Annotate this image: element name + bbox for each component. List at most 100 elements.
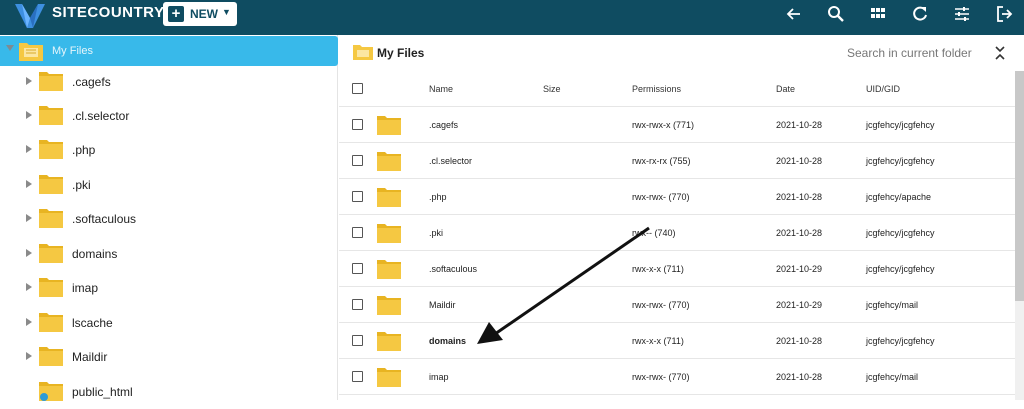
tree-item-label: lscache xyxy=(72,316,113,330)
cell-uid: jcgfehcy/jcgfehcy xyxy=(866,336,935,346)
table-row[interactable]: domains rwx-x-x (711) 2021-10-28 jcgfehc… xyxy=(339,323,1015,359)
grid-view-icon[interactable] xyxy=(868,4,888,24)
tree-item-imap[interactable]: imap xyxy=(0,271,338,305)
cell-date: 2021-10-28 xyxy=(776,336,823,346)
folder-icon xyxy=(38,138,64,165)
tree-item-softaculous[interactable]: .softaculous xyxy=(0,202,338,236)
cell-name[interactable]: .cl.selector xyxy=(429,156,472,166)
tree-item-label: public_html xyxy=(72,385,133,399)
tree-item-domains[interactable]: domains xyxy=(0,237,338,271)
cell-date: 2021-10-29 xyxy=(776,300,823,310)
file-list-pane: My Files Name Size Permissions Date UID/… xyxy=(339,35,1024,400)
folder-icon xyxy=(376,258,402,285)
settings-sliders-icon[interactable] xyxy=(952,4,972,24)
tree-item-php[interactable]: .php xyxy=(0,133,338,167)
folder-tree: My Files .cagefs .cl.selector .php .pki … xyxy=(0,35,338,401)
column-header-permissions[interactable]: Permissions xyxy=(632,84,681,94)
cell-permissions: rwx-rx-rx (755) xyxy=(632,156,691,166)
cell-name[interactable]: imap xyxy=(429,372,449,382)
column-header-uid[interactable]: UID/GID xyxy=(866,84,900,94)
scrollbar[interactable] xyxy=(1015,71,1024,400)
search-input[interactable] xyxy=(847,43,977,63)
tree-item-label: Maildir xyxy=(72,350,108,364)
expand-arrow-icon[interactable] xyxy=(6,45,14,51)
cell-uid: jcgfehcy/apache xyxy=(866,192,932,202)
folder-icon xyxy=(38,242,64,269)
row-checkbox[interactable] xyxy=(352,119,363,130)
row-checkbox[interactable] xyxy=(352,155,363,166)
folder-icon xyxy=(376,330,402,357)
back-arrow-icon[interactable] xyxy=(784,4,804,24)
table-row[interactable]: .cl.selector rwx-rx-rx (755) 2021-10-28 … xyxy=(339,143,1015,179)
tree-item-label: .cl.selector xyxy=(72,109,130,123)
collapse-icon[interactable] xyxy=(994,45,1006,61)
table-header-row: Name Size Permissions Date UID/GID xyxy=(339,71,1015,107)
cell-date: 2021-10-28 xyxy=(776,156,823,166)
tree-item-cagefs[interactable]: .cagefs xyxy=(0,65,338,99)
logo-icon xyxy=(12,2,48,30)
table-row[interactable]: .softaculous rwx-x-x (711) 2021-10-29 jc… xyxy=(339,251,1015,287)
folder-icon xyxy=(38,276,64,303)
cell-name[interactable]: .php xyxy=(429,192,447,202)
tree-item-public-html[interactable]: public_html xyxy=(0,375,338,409)
column-header-date[interactable]: Date xyxy=(776,84,795,94)
folder-icon xyxy=(376,222,402,249)
cell-permissions: rwx-rwx-x (771) xyxy=(632,120,694,130)
table-row[interactable]: .cagefs rwx-rwx-x (771) 2021-10-28 jcgfe… xyxy=(339,107,1015,143)
column-header-name[interactable]: Name xyxy=(429,84,453,94)
expand-arrow-icon[interactable] xyxy=(26,180,32,188)
tree-item-label: imap xyxy=(72,281,99,295)
expand-arrow-icon[interactable] xyxy=(26,214,32,222)
cell-uid: jcgfehcy/mail xyxy=(866,300,919,310)
folder-icon xyxy=(376,150,402,177)
column-header-size[interactable]: Size xyxy=(543,84,561,94)
tree-item-label: domains xyxy=(72,247,118,261)
cell-name[interactable]: .cagefs xyxy=(429,120,458,130)
tree-root-label: My Files xyxy=(52,45,93,57)
tree-root-my-files[interactable]: My Files xyxy=(0,36,338,66)
row-checkbox[interactable] xyxy=(352,335,363,346)
refresh-icon[interactable] xyxy=(910,4,930,24)
row-checkbox[interactable] xyxy=(352,371,363,382)
table-row[interactable]: Maildir rwx-rwx- (770) 2021-10-29 jcgfeh… xyxy=(339,287,1015,323)
row-checkbox[interactable] xyxy=(352,299,363,310)
cell-name[interactable]: Maildir xyxy=(429,300,456,310)
logout-icon[interactable] xyxy=(994,4,1014,24)
cell-uid: jcgfehcy/jcgfehcy xyxy=(866,120,935,130)
scrollbar-thumb[interactable] xyxy=(1015,71,1024,301)
table-row[interactable]: imap rwx-rwx- (770) 2021-10-28 jcgfehcy/… xyxy=(339,359,1015,395)
expand-arrow-icon[interactable] xyxy=(26,318,32,326)
cell-date: 2021-10-28 xyxy=(776,120,823,130)
expand-arrow-icon[interactable] xyxy=(26,249,32,257)
select-all-checkbox[interactable] xyxy=(352,83,363,94)
expand-arrow-icon[interactable] xyxy=(26,111,32,119)
tree-item-cl-selector[interactable]: .cl.selector xyxy=(0,99,338,133)
new-button[interactable]: + NEW ▼ xyxy=(163,2,237,26)
row-checkbox[interactable] xyxy=(352,263,363,274)
expand-arrow-icon[interactable] xyxy=(26,77,32,85)
expand-arrow-icon[interactable] xyxy=(26,145,32,153)
tree-item-label: .pki xyxy=(72,178,91,192)
tree-item-label: .softaculous xyxy=(72,212,137,226)
page-title: My Files xyxy=(377,46,425,60)
tree-item-pki[interactable]: .pki xyxy=(0,168,338,202)
folder-icon xyxy=(38,207,64,234)
row-checkbox[interactable] xyxy=(352,227,363,238)
cell-permissions: rwx-rwx- (770) xyxy=(632,372,690,382)
search-icon[interactable] xyxy=(826,4,846,24)
cell-name[interactable]: .pki xyxy=(429,228,443,238)
table-row[interactable]: .php rwx-rwx- (770) 2021-10-28 jcgfehcy/… xyxy=(339,179,1015,215)
cell-uid: jcgfehcy/jcgfehcy xyxy=(866,228,935,238)
tree-item-lscache[interactable]: lscache xyxy=(0,306,338,340)
cell-date: 2021-10-29 xyxy=(776,264,823,274)
table-row[interactable]: .pki rwx-- (740) 2021-10-28 jcgfehcy/jcg… xyxy=(339,215,1015,251)
tree-item-maildir[interactable]: Maildir xyxy=(0,340,338,374)
annotation-arrow xyxy=(477,226,650,344)
expand-arrow-icon[interactable] xyxy=(26,283,32,291)
expand-arrow-icon[interactable] xyxy=(26,352,32,360)
row-checkbox[interactable] xyxy=(352,191,363,202)
folder-icon xyxy=(376,114,402,141)
new-button-label: NEW xyxy=(190,7,218,21)
cell-date: 2021-10-28 xyxy=(776,192,823,202)
cell-date: 2021-10-28 xyxy=(776,228,823,238)
